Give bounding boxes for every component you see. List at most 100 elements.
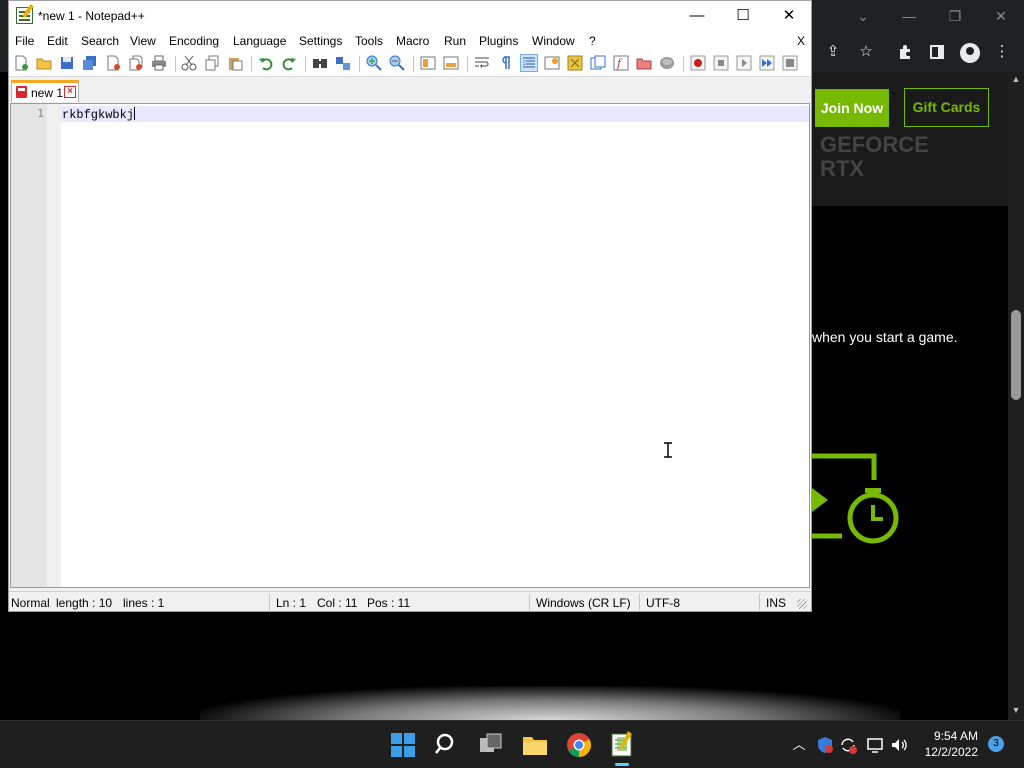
close-file-icon[interactable]: [105, 55, 121, 71]
menu-plugins[interactable]: Plugins: [479, 33, 518, 49]
run-macro-multiple-icon[interactable]: [759, 55, 775, 71]
search-icon[interactable]: [431, 729, 463, 761]
menu-file[interactable]: File: [15, 33, 34, 49]
zoom-in-icon[interactable]: [366, 55, 382, 71]
maximize-button[interactable]: ☐: [720, 1, 766, 31]
close-document-button[interactable]: X: [797, 34, 805, 48]
browser-restore-button[interactable]: ❐: [933, 4, 977, 28]
chrome-menu-icon[interactable]: ⋮: [990, 40, 1014, 64]
sync-icon[interactable]: [838, 735, 858, 755]
window-title: *new 1 - Notepad++: [38, 9, 145, 23]
save-icon[interactable]: [59, 55, 75, 71]
fold-margin[interactable]: [47, 104, 61, 587]
close-button[interactable]: ✕: [766, 1, 812, 31]
function-list-icon[interactable]: f: [613, 55, 629, 71]
side-panel-icon[interactable]: [925, 40, 949, 64]
playback-macro-icon[interactable]: [736, 55, 752, 71]
find-icon[interactable]: [312, 55, 328, 71]
system-clock[interactable]: 9:54 AM 12/2/2022: [916, 728, 978, 760]
zoom-out-icon[interactable]: [389, 55, 405, 71]
new-file-icon[interactable]: [13, 55, 29, 71]
join-now-button[interactable]: Join Now: [815, 89, 889, 127]
share-icon[interactable]: ⇪: [821, 40, 845, 64]
menu-view[interactable]: View: [130, 33, 156, 49]
status-mode: Normal: [11, 596, 50, 610]
browser-close-button[interactable]: ✕: [979, 4, 1023, 28]
print-icon[interactable]: [151, 55, 167, 71]
scroll-up-icon[interactable]: ▲: [1008, 74, 1024, 84]
show-hidden-icons-icon[interactable]: ︿: [789, 735, 809, 755]
editor-line-1[interactable]: rkbfgkwbkj: [62, 107, 136, 122]
menu-encoding[interactable]: Encoding: [169, 33, 219, 49]
clock-time: 9:54 AM: [933, 729, 978, 743]
notepad-plus-plus-window: *new 1 - Notepad++ — ☐ ✕ File Edit Searc…: [8, 0, 812, 612]
text-editor[interactable]: 1 rkbfgkwbkj: [10, 103, 810, 588]
paste-icon[interactable]: [227, 55, 243, 71]
title-bar: *new 1 - Notepad++ — ☐ ✕: [9, 1, 811, 31]
start-windows-icon[interactable]: [387, 729, 419, 761]
menu-tools[interactable]: Tools: [355, 33, 383, 49]
tab-close-icon[interactable]: ×: [64, 86, 76, 98]
defender-shield-icon[interactable]: [815, 735, 835, 755]
chrome-icon[interactable]: [563, 729, 595, 761]
sync-vertical-icon[interactable]: [420, 55, 436, 71]
record-macro-icon[interactable]: [690, 55, 706, 71]
gift-cards-button[interactable]: Gift Cards: [904, 88, 989, 127]
replace-icon[interactable]: [335, 55, 351, 71]
sync-horizontal-icon[interactable]: [443, 55, 459, 71]
browser-scrollbar[interactable]: ▲ ▼: [1008, 72, 1024, 720]
network-icon[interactable]: [865, 735, 885, 755]
browser-minimize-button[interactable]: —: [887, 4, 931, 28]
menu-run[interactable]: Run: [444, 33, 466, 49]
document-list-icon[interactable]: [590, 55, 606, 71]
status-bar: Normal length : 10 lines : 1 Ln : 1 Col …: [9, 591, 811, 611]
folder-as-workspace-icon[interactable]: [636, 55, 652, 71]
cut-icon[interactable]: [181, 55, 197, 71]
copy-icon[interactable]: [204, 55, 220, 71]
scroll-down-icon[interactable]: ▼: [1008, 705, 1024, 715]
tab-new-1[interactable]: new 1 ×: [11, 80, 79, 102]
open-file-icon[interactable]: [36, 55, 52, 71]
show-all-characters-icon[interactable]: [497, 55, 513, 71]
indent-guide-icon[interactable]: [520, 54, 538, 72]
menu-help[interactable]: ?: [589, 33, 596, 49]
hero-text: GEFORCE RTX: [820, 133, 929, 181]
stop-recording-icon[interactable]: [713, 55, 729, 71]
status-lines: lines : 1: [123, 596, 165, 610]
undo-icon[interactable]: [258, 55, 274, 71]
task-view-icon[interactable]: [475, 729, 507, 761]
notification-badge[interactable]: 3: [988, 736, 1004, 752]
minimize-button[interactable]: —: [674, 1, 720, 31]
scrollbar-thumb[interactable]: [1011, 310, 1021, 400]
menu-settings[interactable]: Settings: [299, 33, 342, 49]
status-line-ending[interactable]: Windows (CR LF): [536, 596, 631, 610]
bookmark-star-icon[interactable]: ☆: [854, 40, 878, 64]
redo-icon[interactable]: [281, 55, 297, 71]
user-defined-language-icon[interactable]: [544, 55, 560, 71]
status-insert-mode[interactable]: INS: [766, 596, 786, 610]
monitoring-icon[interactable]: [659, 55, 675, 71]
menu-language[interactable]: Language: [233, 33, 286, 49]
word-wrap-icon[interactable]: [474, 55, 490, 71]
browser-tab-list-icon[interactable]: ⌄: [841, 4, 885, 28]
tab-label: new 1: [31, 86, 64, 100]
document-map-icon[interactable]: [567, 55, 583, 71]
menu-edit[interactable]: Edit: [47, 33, 68, 49]
file-explorer-icon[interactable]: [519, 729, 551, 761]
close-all-icon[interactable]: [128, 55, 144, 71]
extensions-icon[interactable]: [893, 40, 917, 64]
resize-grip[interactable]: [797, 599, 807, 609]
status-column: Col : 11: [317, 596, 358, 610]
status-encoding[interactable]: UTF-8: [646, 596, 680, 610]
menu-macro[interactable]: Macro: [396, 33, 429, 49]
toolbar: f: [9, 51, 811, 77]
save-all-icon[interactable]: [82, 55, 98, 71]
menu-window[interactable]: Window: [532, 33, 575, 49]
line-number: 1: [37, 107, 44, 120]
volume-icon[interactable]: [889, 735, 909, 755]
save-macro-icon[interactable]: [782, 55, 798, 71]
promo-text: when you start a game.: [812, 329, 958, 345]
menu-search[interactable]: Search: [81, 33, 119, 49]
notepad-plus-plus-taskbar-icon[interactable]: [606, 729, 638, 761]
profile-avatar[interactable]: [960, 43, 980, 63]
